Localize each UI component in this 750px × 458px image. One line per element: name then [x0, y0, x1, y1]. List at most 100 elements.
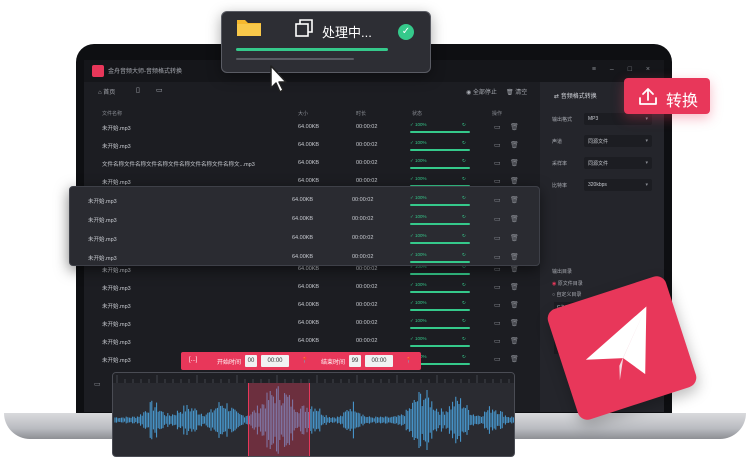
- status-percent: 100%: [415, 300, 427, 305]
- refresh-icon[interactable]: ↻: [462, 252, 466, 258]
- delete-icon[interactable]: 🗑: [510, 123, 519, 131]
- waveform-panel[interactable]: [112, 372, 515, 457]
- folder-open-icon[interactable]: ▭: [494, 215, 501, 223]
- folder-open-icon[interactable]: ▭: [494, 355, 501, 363]
- convert-button[interactable]: 转换: [624, 78, 710, 114]
- delete-icon[interactable]: 🗑: [510, 283, 519, 291]
- start-time-input[interactable]: 00:00: [261, 355, 289, 367]
- refresh-icon[interactable]: ↻: [462, 300, 466, 306]
- folder-open-icon[interactable]: ▭: [494, 159, 501, 167]
- status-percent: 100%: [415, 195, 427, 200]
- refresh-icon[interactable]: ↻: [462, 158, 466, 164]
- add-folder-icon[interactable]: ▭: [156, 86, 163, 94]
- status-percent: 100%: [415, 214, 427, 219]
- end-time-input[interactable]: 00:00: [365, 355, 393, 367]
- table-row[interactable]: 未开始.mp364.00KB00:00:02✓ 100%↻▭🗑: [84, 118, 540, 136]
- folder-open-icon[interactable]: ▭: [494, 253, 501, 261]
- marker-icon[interactable]: 📍: [405, 357, 412, 364]
- table-row[interactable]: 未开始.mp364.00KB00:00:02✓ 100%↻▭🗑: [84, 278, 540, 296]
- status-progress: ✓ 100%↻: [410, 158, 470, 169]
- file-size: 64.00KB: [292, 197, 314, 203]
- window-controls[interactable]: ≡ – □ ×: [592, 66, 656, 73]
- delete-icon[interactable]: 🗑: [510, 196, 519, 204]
- table-row[interactable]: 未开始.mp364.00KB00:00:02✓ 100%↻▭🗑: [84, 314, 540, 332]
- delete-icon[interactable]: 🗑: [510, 177, 519, 185]
- time-ruler: [113, 373, 514, 383]
- folder-open-icon[interactable]: ▭: [494, 123, 501, 131]
- file-size: 64.00KB: [298, 338, 320, 344]
- table-row[interactable]: 未开始.mp364.00KB00:00:02✓ 100%↻▭🗑: [84, 332, 540, 350]
- table-row[interactable]: 文件名称文件名称文件名称文件名称文件名称文件名称文...mp3 64.00KB 00…: [84, 154, 540, 172]
- paper-plane-icon: [585, 306, 647, 381]
- time-range-bar: [...] 开始时间 00 00:00 📍 结束时间 99 00:00 📍: [181, 352, 421, 370]
- bitrate-select[interactable]: 320kbps ▾: [584, 179, 652, 191]
- range-bracket-icon: [...]: [189, 357, 198, 363]
- bitrate-value: 320kbps: [588, 182, 607, 188]
- folder-open-icon[interactable]: ▭: [494, 283, 501, 291]
- file-size: 64.00KB: [298, 160, 320, 166]
- file-name: 未开始.mp3: [88, 218, 117, 224]
- file-size: 64.00KB: [298, 142, 320, 148]
- delete-icon[interactable]: 🗑: [510, 355, 519, 363]
- refresh-icon[interactable]: ↻: [462, 318, 466, 324]
- delete-icon[interactable]: 🗑: [510, 319, 519, 327]
- file-duration: 00:00:02: [356, 284, 378, 290]
- waveform-selection[interactable]: [248, 383, 310, 456]
- refresh-icon[interactable]: ↻: [462, 233, 466, 239]
- start-time-label: 开始时间: [217, 360, 242, 366]
- format-select[interactable]: MP3 ▾: [584, 113, 652, 125]
- status-percent: 100%: [415, 336, 427, 341]
- table-row[interactable]: 未开始.mp364.00KB00:00:02✓ 100%↻▭🗑: [70, 229, 538, 248]
- delete-icon[interactable]: 🗑: [510, 159, 519, 167]
- table-row[interactable]: 未开始.mp364.00KB00:00:02✓ 100%↻▭🗑: [70, 210, 538, 229]
- table-row[interactable]: 未开始.mp364.00KB00:00:02✓ 100%↻▭🗑: [84, 136, 540, 154]
- panel-title-text: 音频格式转换: [560, 94, 597, 100]
- refresh-icon[interactable]: ↻: [462, 282, 466, 288]
- refresh-icon[interactable]: ↻: [462, 195, 466, 201]
- delete-icon[interactable]: 🗑: [510, 253, 519, 261]
- clear-button[interactable]: 🗑 清空: [506, 87, 527, 96]
- channel-value: 同源文件: [588, 139, 609, 145]
- add-file-icon[interactable]: ▯: [136, 86, 140, 94]
- refresh-icon[interactable]: ↻: [462, 140, 466, 146]
- home-button[interactable]: ⌂ 首页: [98, 87, 115, 96]
- status-progress: ✓ 100%↻: [410, 282, 470, 293]
- end-hour-input[interactable]: 99: [349, 355, 361, 367]
- radio-custom-dir[interactable]: ○ 自定义目录: [552, 291, 581, 298]
- table-row[interactable]: 未开始.mp364.00KB00:00:02✓ 100%↻▭🗑: [70, 191, 538, 210]
- file-name: 未开始.mp3: [102, 268, 131, 274]
- delete-icon[interactable]: 🗑: [510, 215, 519, 223]
- delete-icon[interactable]: 🗑: [510, 234, 519, 242]
- table-row[interactable]: 未开始.mp364.00KB00:00:02✓ 100%↻▭🗑: [84, 296, 540, 314]
- folder-open-icon[interactable]: ▭: [494, 319, 501, 327]
- delete-icon[interactable]: 🗑: [510, 301, 519, 309]
- table-row[interactable]: 未开始.mp364.00KB00:00:02✓ 100%↻▭🗑: [70, 248, 538, 267]
- stop-all-button[interactable]: ◉ 全部停止: [466, 87, 497, 96]
- radio-original-dir[interactable]: ◉ 原文件目录: [552, 280, 583, 287]
- folder-open-icon[interactable]: ▭: [494, 177, 501, 185]
- folder-open-icon[interactable]: ▭: [494, 301, 501, 309]
- refresh-icon[interactable]: ↻: [462, 336, 466, 342]
- marker-icon[interactable]: 📍: [301, 357, 308, 364]
- radio-checked-icon: ◉: [552, 281, 557, 287]
- channel-select[interactable]: 同源文件 ▾: [584, 135, 652, 147]
- folder-open-icon[interactable]: ▭: [494, 196, 501, 204]
- refresh-icon[interactable]: ↻: [462, 354, 466, 360]
- file-duration: 00:00:02: [352, 216, 374, 222]
- delete-icon[interactable]: 🗑: [510, 337, 519, 345]
- header-status: 状态: [412, 111, 423, 117]
- refresh-icon[interactable]: ↻: [462, 122, 466, 128]
- folder-open-icon[interactable]: ▭: [494, 141, 501, 149]
- refresh-icon[interactable]: ↻: [462, 176, 466, 182]
- file-size: 64.00KB: [298, 320, 320, 326]
- status-progress: ✓ 100%↻: [410, 176, 470, 187]
- folder-open-icon[interactable]: ▭: [494, 234, 501, 242]
- samplerate-select[interactable]: 同源文件 ▾: [584, 157, 652, 169]
- start-hour-input[interactable]: 00: [245, 355, 257, 367]
- samplerate-label: 采样率: [552, 161, 568, 167]
- progress-bar: [410, 223, 470, 225]
- delete-icon[interactable]: 🗑: [510, 141, 519, 149]
- folder-open-icon[interactable]: ▭: [494, 337, 501, 345]
- file-size: 64.00KB: [292, 216, 314, 222]
- refresh-icon[interactable]: ↻: [462, 214, 466, 220]
